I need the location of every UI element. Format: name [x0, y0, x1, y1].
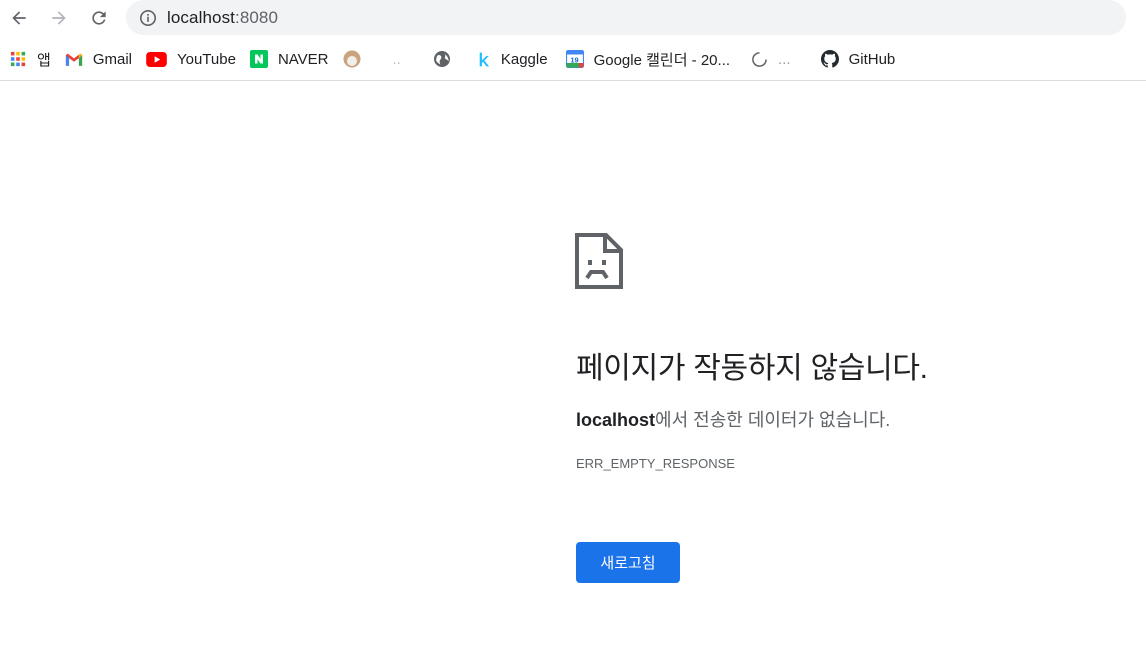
bookmark-label: Kaggle: [500, 50, 548, 68]
sad-page-icon: [575, 233, 623, 289]
error-host: localhost: [576, 410, 656, 430]
reload-button[interactable]: [84, 3, 114, 33]
bookmark-profile[interactable]: ..: [338, 44, 406, 74]
bookmark-label: 앱: [37, 51, 51, 69]
error-description: localhost에서 전송한 데이터가 없습니다.: [576, 406, 890, 432]
avatar-icon: [343, 50, 361, 68]
address-bar[interactable]: localhost:8080: [126, 0, 1126, 35]
svg-text:19: 19: [570, 55, 578, 64]
reload-icon: [92, 11, 106, 25]
bookmark-label: YouTube: [176, 50, 236, 68]
bookmark-gmail[interactable]: Gmail: [60, 44, 137, 74]
bookmarks-bar: 앱 Gmail YouTube NAVER .. Kaggle 19 Googl…: [0, 41, 1146, 77]
bookmark-apps[interactable]: 앱: [4, 44, 56, 74]
forward-button[interactable]: [44, 3, 74, 33]
bookmark-globe[interactable]: [428, 44, 460, 74]
bookmark-google-calendar[interactable]: 19 Google 캘린더 - 20...: [561, 44, 735, 74]
bookmark-loading[interactable]: ...: [745, 44, 796, 74]
back-button[interactable]: [4, 3, 34, 33]
naver-icon: [249, 50, 268, 68]
error-title: 페이지가 작동하지 않습니다.: [576, 352, 928, 385]
calendar-icon: 19: [565, 50, 584, 68]
bookmark-label: Gmail: [92, 50, 132, 68]
bookmark-label: ...: [778, 50, 791, 68]
url-text[interactable]: localhost:8080: [167, 8, 278, 28]
gmail-icon: [65, 50, 83, 68]
info-circle-icon[interactable]: [138, 8, 158, 28]
bookmark-label: Google 캘린더 - 20...: [593, 51, 731, 69]
error-description-text: 에서 전송한 데이터가 없습니다.: [655, 410, 891, 430]
arrow-right-icon: [52, 11, 66, 25]
bookmark-kaggle[interactable]: Kaggle: [472, 44, 553, 74]
reload-page-button[interactable]: 새로고침: [576, 542, 680, 583]
bookmark-label: NAVER: [277, 50, 329, 68]
bookmark-label: GitHub: [848, 50, 896, 68]
bookmark-label: ..: [392, 50, 401, 68]
bookmark-naver[interactable]: NAVER: [245, 44, 334, 74]
error-code: ERR_EMPTY_RESPONSE: [576, 456, 735, 471]
apps-grid-icon: [9, 50, 27, 68]
url-host: localhost: [167, 7, 235, 27]
browser-toolbar: localhost:8080: [0, 0, 1146, 36]
toolbar-divider: [0, 80, 1146, 81]
url-port: :8080: [235, 7, 279, 27]
globe-icon: [433, 50, 451, 68]
bookmark-youtube[interactable]: YouTube: [141, 44, 241, 74]
arrow-left-icon: [12, 11, 26, 25]
kaggle-icon: [477, 50, 491, 68]
bookmark-github[interactable]: GitHub: [816, 44, 901, 74]
loading-icon: [750, 50, 768, 68]
youtube-icon: [146, 50, 167, 68]
github-icon: [820, 50, 839, 68]
